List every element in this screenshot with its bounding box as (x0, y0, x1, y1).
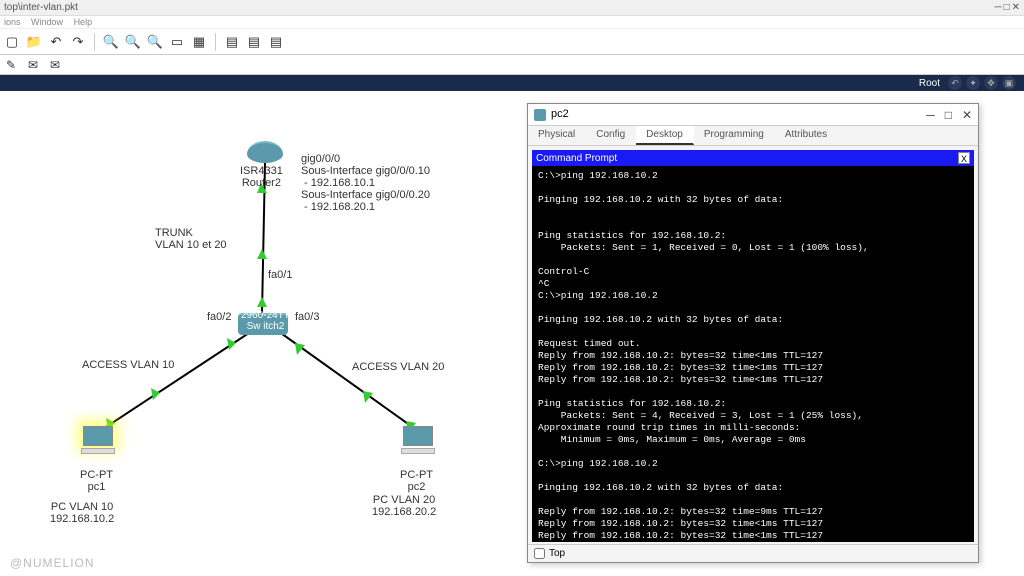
redo-icon[interactable]: ↷ (70, 34, 86, 50)
mail-open-icon[interactable]: ✉ (48, 58, 62, 72)
minimize-icon[interactable]: ─ (994, 0, 1001, 15)
cmd-close-icon[interactable]: X (958, 152, 970, 164)
tab-config[interactable]: Config (586, 126, 636, 145)
zoom-out-icon[interactable]: 🔍 (125, 34, 141, 50)
access-vlan20: ACCESS VLAN 20 (352, 361, 444, 373)
top-checkbox[interactable] (534, 548, 545, 559)
list1-icon[interactable]: ▤ (224, 34, 240, 50)
new-icon[interactable]: ▢ (4, 34, 20, 50)
terminal-output[interactable]: C:\>ping 192.168.10.2 Pinging 192.168.10… (532, 166, 974, 542)
window-title: pc2 (551, 108, 569, 120)
secondary-toolbar: ✎ ✉ ✉ (0, 55, 1024, 75)
maximize-icon[interactable]: □ (945, 108, 952, 122)
grid-icon[interactable]: ▦ (191, 34, 207, 50)
separator (215, 33, 216, 51)
top-checkbox-label: Top (549, 548, 565, 559)
close-icon[interactable]: ✕ (1012, 0, 1020, 15)
list2-icon[interactable]: ▤ (246, 34, 262, 50)
navigation-bar: Root ↶ ✦ ✥ ▣ (0, 75, 1024, 91)
router-device[interactable] (247, 141, 283, 163)
cmd-title: Command Prompt (536, 153, 617, 164)
top-checkbox-row: Top (528, 544, 978, 562)
watermark: @NUMELION (10, 556, 95, 570)
port-fa02: fa0/2 (207, 311, 231, 323)
trunk-label: TRUNK VLAN 10 et 20 (155, 227, 227, 251)
switch-label: 2960-24TT Sw itch2 (241, 310, 290, 332)
router-label: ISR4331Router2 (240, 165, 283, 189)
open-icon[interactable]: 📁 (26, 34, 42, 50)
access-vlan10: ACCESS VLAN 10 (82, 359, 174, 371)
tab-attributes[interactable]: Attributes (775, 126, 838, 145)
maximize-icon[interactable]: □ (1004, 0, 1010, 15)
window-tabs: Physical Config Desktop Programming Attr… (528, 126, 978, 146)
command-prompt-header[interactable]: Command Prompt X (532, 150, 974, 166)
pc2-label: PC-PTpc2 (400, 469, 433, 493)
zoom-reset-icon[interactable]: 🔍 (147, 34, 163, 50)
nav-back-icon[interactable]: ↶ (948, 76, 962, 90)
list3-icon[interactable]: ▤ (268, 34, 284, 50)
main-toolbar: ▢ 📁 ↶ ↷ 🔍 🔍 🔍 ▭ ▦ ▤ ▤ ▤ (0, 29, 1024, 55)
file-path: top\inter-vlan.pkt (4, 0, 78, 15)
pc1-label: PC-PTpc1 (80, 469, 113, 493)
pc2-device[interactable] (399, 426, 437, 464)
menubar: ions Window Help (0, 16, 1024, 29)
tab-programming[interactable]: Programming (694, 126, 775, 145)
edit-icon[interactable]: ✎ (4, 58, 18, 72)
tab-desktop[interactable]: Desktop (636, 126, 694, 145)
root-label: Root (919, 78, 940, 89)
menu-item[interactable]: Window (31, 17, 63, 27)
pc1-note: PC VLAN 10 192.168.10.2 (50, 501, 114, 525)
router-config-note: gig0/0/0 Sous-Interface gig0/0/0.10 - 19… (301, 153, 430, 213)
undo-icon[interactable]: ↶ (48, 34, 64, 50)
app-icon (534, 109, 546, 121)
pc2-note: PC VLAN 20 192.168.20.2 (372, 494, 436, 518)
tab-physical[interactable]: Physical (528, 126, 586, 145)
nav-move-icon[interactable]: ✥ (984, 76, 998, 90)
rect-icon[interactable]: ▭ (169, 34, 185, 50)
minimize-icon[interactable]: ─ (926, 108, 935, 122)
menu-item[interactable]: Help (74, 17, 93, 27)
zoom-in-icon[interactable]: 🔍 (103, 34, 119, 50)
port-fa03: fa0/3 (295, 311, 319, 323)
separator (94, 33, 95, 51)
close-icon[interactable]: ✕ (962, 108, 972, 122)
port-fa01: fa0/1 (268, 269, 292, 281)
app-titlebar: top\inter-vlan.pkt ─ □ ✕ (0, 0, 1024, 16)
pc1-device[interactable] (79, 426, 117, 464)
nav-cluster-icon[interactable]: ✦ (966, 76, 980, 90)
window-titlebar[interactable]: pc2 ─ □ ✕ (528, 104, 978, 126)
pc2-window[interactable]: pc2 ─ □ ✕ Physical Config Desktop Progra… (527, 103, 979, 563)
nav-layer-icon[interactable]: ▣ (1002, 76, 1016, 90)
menu-item[interactable]: ions (4, 17, 21, 27)
mail-icon[interactable]: ✉ (26, 58, 40, 72)
